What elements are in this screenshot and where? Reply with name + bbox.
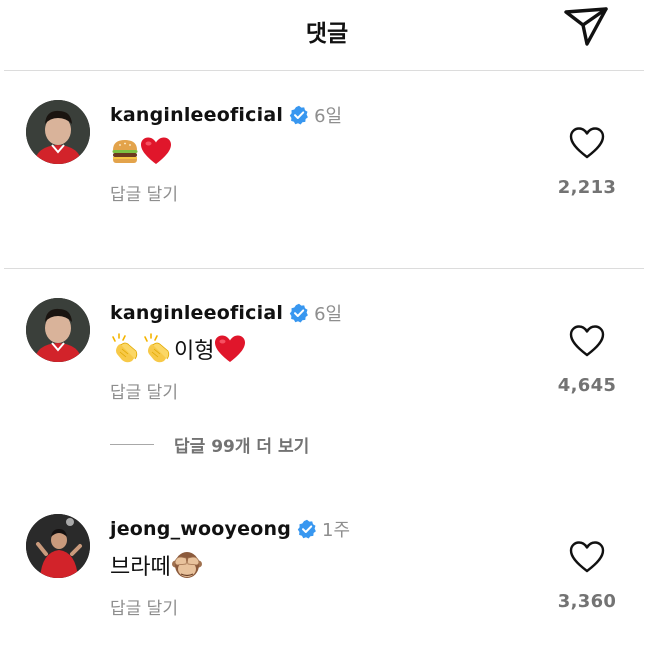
verified-badge-icon bbox=[297, 519, 316, 539]
heart-icon[interactable] bbox=[568, 324, 606, 358]
reply-button[interactable]: 답글 달기 bbox=[110, 180, 178, 205]
comment-header: jeong_wooyeong 1주 bbox=[110, 515, 350, 543]
avatar[interactable] bbox=[26, 514, 90, 578]
comment-text: 이형 bbox=[110, 332, 246, 366]
comment-text: 브라떼 bbox=[110, 548, 203, 582]
heart-icon[interactable] bbox=[568, 126, 606, 160]
like-count: 2,213 bbox=[557, 177, 617, 198]
comment-time: 6일 bbox=[314, 106, 343, 127]
view-replies-label: 답글 99개 더 보기 bbox=[174, 436, 310, 457]
header: 댓글 bbox=[0, 0, 654, 70]
header-divider bbox=[4, 70, 644, 71]
red-heart-icon bbox=[141, 137, 171, 164]
comment-text-content: 브라떼 bbox=[110, 555, 171, 580]
username[interactable]: kanginleeoficial bbox=[110, 104, 283, 126]
reply-button[interactable]: 답글 달기 bbox=[110, 594, 178, 619]
page-title: 댓글 bbox=[305, 21, 349, 47]
like-count: 3,360 bbox=[557, 591, 617, 612]
see-no-evil-monkey-icon bbox=[171, 552, 202, 578]
like-count: 4,645 bbox=[557, 375, 617, 396]
heart-icon[interactable] bbox=[568, 540, 606, 574]
reply-button[interactable]: 답글 달기 bbox=[110, 378, 178, 403]
view-replies-line bbox=[110, 443, 154, 445]
hamburger-icon bbox=[112, 140, 138, 163]
comment-time: 6일 bbox=[314, 304, 343, 325]
avatar[interactable] bbox=[26, 100, 90, 164]
verified-badge-icon bbox=[289, 105, 308, 125]
username[interactable]: jeong_wooyeong bbox=[110, 518, 291, 540]
comment-header: kanginleeoficial 6일 bbox=[110, 101, 342, 129]
comment-time: 1주 bbox=[322, 520, 351, 541]
comment-header: kanginleeoficial 6일 bbox=[110, 299, 342, 327]
red-heart-icon bbox=[215, 335, 246, 362]
clapping-hands-icon bbox=[144, 333, 170, 363]
view-replies-button[interactable]: 답글 99개 더 보기 bbox=[110, 432, 310, 457]
comment-text-content: 이형 bbox=[174, 339, 215, 364]
username[interactable]: kanginleeoficial bbox=[110, 302, 283, 324]
send-icon[interactable] bbox=[562, 4, 610, 48]
avatar[interactable] bbox=[26, 298, 90, 362]
comment-divider bbox=[4, 268, 644, 269]
comment-text bbox=[110, 134, 172, 168]
verified-badge-icon bbox=[289, 303, 308, 323]
clapping-hands-icon bbox=[112, 333, 138, 363]
